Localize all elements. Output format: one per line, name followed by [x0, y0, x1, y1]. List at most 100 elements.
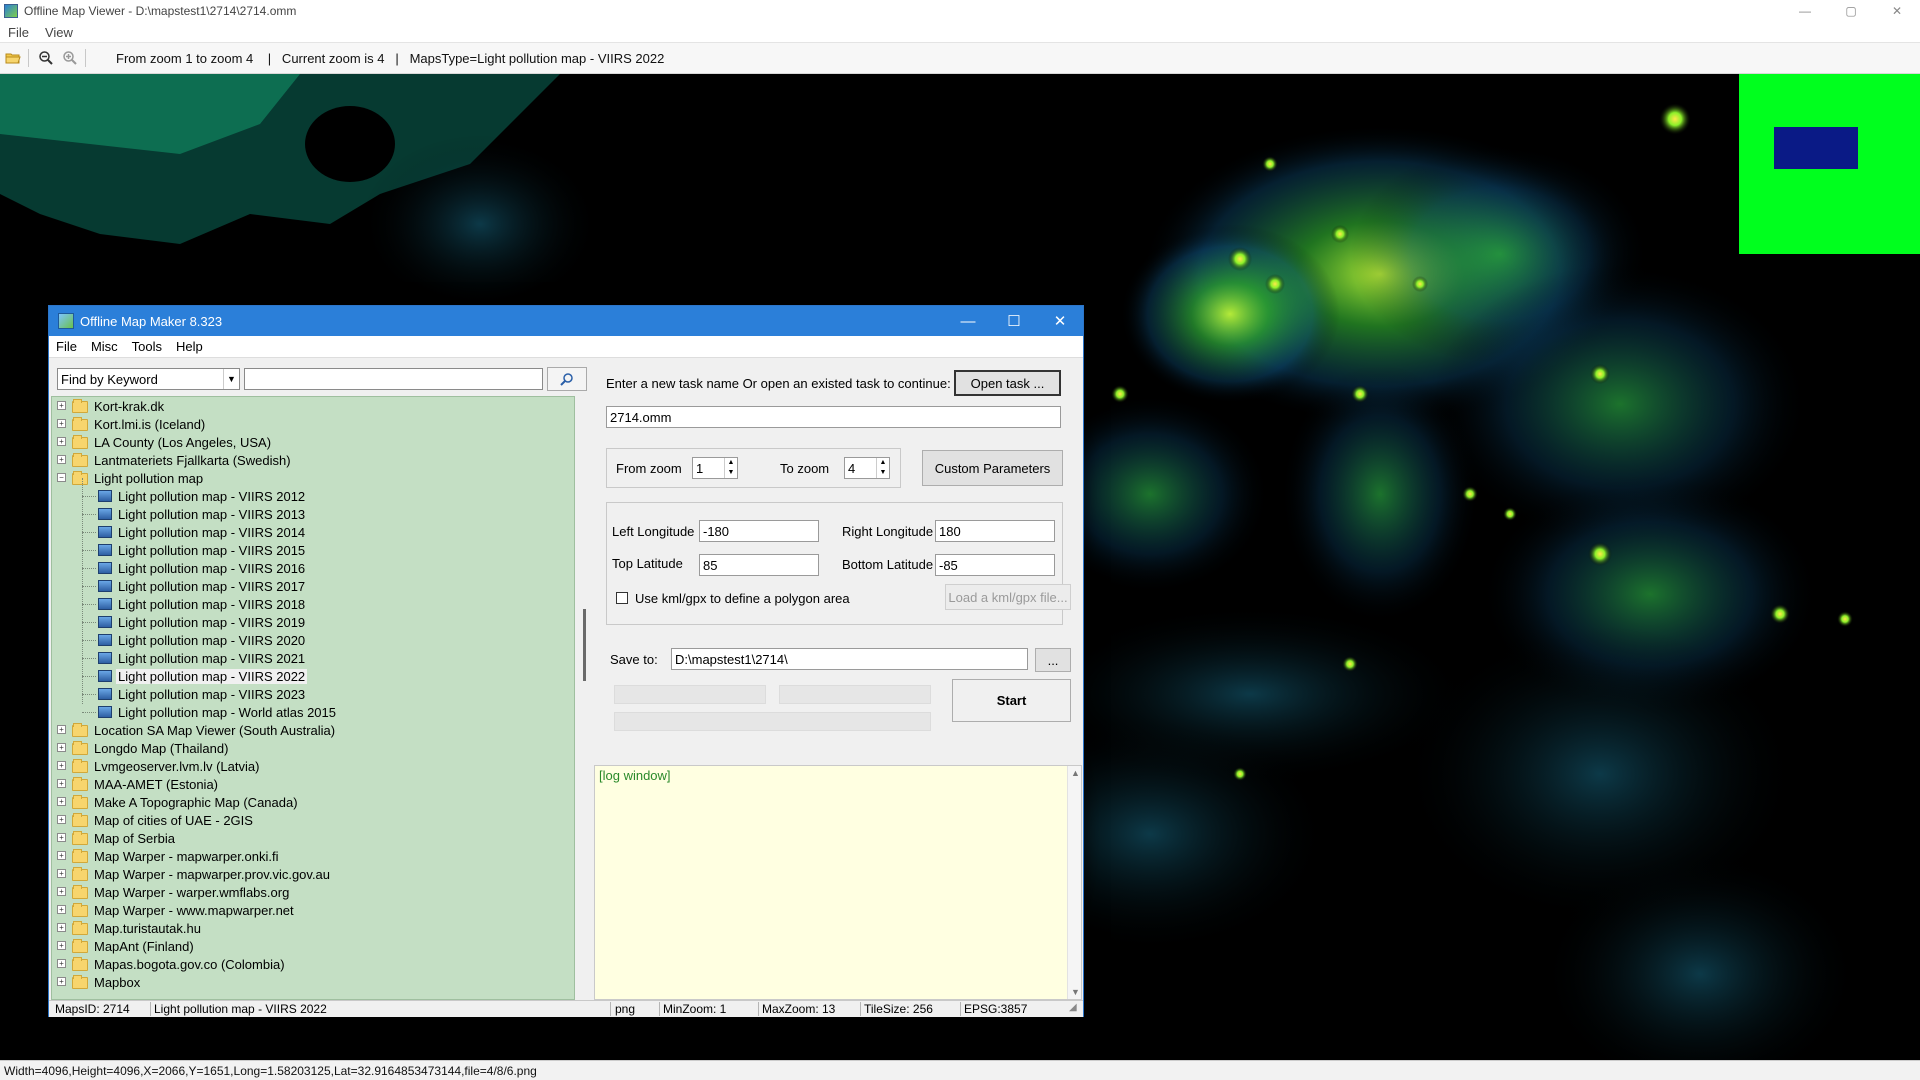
expand-icon[interactable]: +	[57, 923, 66, 932]
expand-icon[interactable]: +	[57, 887, 66, 896]
scroll-down-icon[interactable]: ▼	[1071, 987, 1080, 997]
expand-icon[interactable]: +	[57, 797, 66, 806]
tree-folder-item[interactable]: + Map.turistautak.hu	[52, 919, 574, 937]
tree-folder-item[interactable]: + Mapbox	[52, 973, 574, 991]
expand-icon[interactable]: +	[57, 869, 66, 878]
spinner-arrows-icon[interactable]: ▲ ▼	[876, 458, 889, 478]
expand-icon[interactable]: +	[57, 905, 66, 914]
close-button[interactable]: ✕	[1874, 0, 1920, 22]
tree-folder-item[interactable]: + Map Warper - warper.wmflabs.org	[52, 883, 574, 901]
expand-icon[interactable]: +	[57, 977, 66, 986]
open-task-button[interactable]: Open task ...	[954, 370, 1061, 396]
menu-file[interactable]: File	[0, 25, 37, 40]
tree-folder-item[interactable]: + Make A Topographic Map (Canada)	[52, 793, 574, 811]
dialog-menu-tools[interactable]: Tools	[125, 339, 169, 354]
kml-checkbox[interactable]	[616, 592, 628, 604]
resize-grip-icon[interactable]: ◢	[1069, 1002, 1077, 1013]
expand-icon[interactable]: +	[57, 401, 66, 410]
search-mode-select[interactable]: Find by Keyword ▼	[57, 368, 240, 390]
tree-map-item[interactable]: Light pollution map - VIIRS 2020	[52, 631, 574, 649]
expand-icon[interactable]: +	[57, 779, 66, 788]
tree-folder-item[interactable]: + Map Warper - www.mapwarper.net	[52, 901, 574, 919]
expand-icon[interactable]: +	[57, 851, 66, 860]
tree-folder-item[interactable]: + Lvmgeoserver.lvm.lv (Latvia)	[52, 757, 574, 775]
expand-icon[interactable]: +	[57, 743, 66, 752]
dialog-menu-file[interactable]: File	[49, 339, 84, 354]
dialog-menu-help[interactable]: Help	[169, 339, 210, 354]
tree-folder-item[interactable]: + Map Warper - mapwarper.prov.vic.gov.au	[52, 865, 574, 883]
tree-map-item[interactable]: Light pollution map - VIIRS 2019	[52, 613, 574, 631]
dialog-maximize-button[interactable]: ☐	[991, 306, 1037, 336]
status-separator	[150, 1002, 151, 1016]
load-kml-button[interactable]: Load a kml/gpx file...	[945, 584, 1071, 610]
status-min-zoom: MinZoom: 1	[663, 1002, 727, 1016]
start-button[interactable]: Start	[952, 679, 1071, 722]
expand-icon[interactable]: +	[57, 959, 66, 968]
menu-view[interactable]: View	[37, 25, 81, 40]
status-format: png	[615, 1002, 636, 1016]
zoom-out-icon[interactable]	[35, 47, 57, 69]
tree-folder-item[interactable]: + Longdo Map (Thailand)	[52, 739, 574, 757]
dialog-minimize-button[interactable]: —	[945, 306, 991, 336]
expand-icon[interactable]: +	[57, 761, 66, 770]
tree-folder-item[interactable]: + Mapas.bogota.gov.co (Colombia)	[52, 955, 574, 973]
bottom-latitude-input[interactable]: -85	[935, 554, 1055, 576]
to-zoom-spinner[interactable]: 4 ▲ ▼	[844, 457, 890, 479]
dialog-menu-misc[interactable]: Misc	[84, 339, 125, 354]
tree-map-item[interactable]: Light pollution map - VIIRS 2015	[52, 541, 574, 559]
tree-map-item[interactable]: Light pollution map - World atlas 2015	[52, 703, 574, 721]
tree-map-item[interactable]: Light pollution map - VIIRS 2018	[52, 595, 574, 613]
search-button[interactable]	[547, 367, 587, 391]
expand-icon[interactable]: +	[57, 941, 66, 950]
tree-scrollbar-thumb[interactable]	[583, 609, 586, 681]
minimap-viewport[interactable]	[1774, 127, 1858, 169]
expand-icon[interactable]: +	[57, 437, 66, 446]
map-source-tree[interactable]: + Kort-krak.dk + Kort.lmi.is (Iceland) + LA C…	[51, 396, 575, 1000]
tree-folder-item[interactable]: − Light pollution map	[52, 469, 574, 487]
tree-folder-item[interactable]: + Kort.lmi.is (Iceland)	[52, 415, 574, 433]
expand-icon[interactable]: +	[57, 455, 66, 464]
folder-open-icon[interactable]	[2, 47, 24, 69]
log-window[interactable]: [log window] ▲ ▼	[594, 765, 1082, 1000]
tree-folder-item[interactable]: + Map Warper - mapwarper.onki.fi	[52, 847, 574, 865]
tree-folder-item[interactable]: + Location SA Map Viewer (South Australia…	[52, 721, 574, 739]
minimize-button[interactable]: —	[1782, 0, 1828, 22]
tree-map-item[interactable]: Light pollution map - VIIRS 2012	[52, 487, 574, 505]
tree-folder-item[interactable]: + Lantmateriets Fjallkarta (Swedish)	[52, 451, 574, 469]
tree-folder-item[interactable]: + Map of Serbia	[52, 829, 574, 847]
expand-icon[interactable]: +	[57, 815, 66, 824]
restore-button[interactable]: ▢	[1828, 0, 1874, 22]
task-name-input[interactable]: 2714.omm	[606, 406, 1061, 428]
tree-map-item[interactable]: Light pollution map - VIIRS 2014	[52, 523, 574, 541]
expand-icon[interactable]: +	[57, 419, 66, 428]
save-path-input[interactable]: D:\mapstest1\2714\	[671, 648, 1028, 670]
progress-bar	[779, 685, 931, 704]
tree-map-item[interactable]: Light pollution map - VIIRS 2013	[52, 505, 574, 523]
custom-parameters-button[interactable]: Custom Parameters	[922, 450, 1063, 486]
search-input[interactable]	[244, 368, 543, 390]
tree-map-item[interactable]: Light pollution map - VIIRS 2016	[52, 559, 574, 577]
tree-map-item[interactable]: Light pollution map - VIIRS 2023	[52, 685, 574, 703]
tree-folder-item[interactable]: + Kort-krak.dk	[52, 397, 574, 415]
tree-map-item[interactable]: Light pollution map - VIIRS 2021	[52, 649, 574, 667]
browse-button[interactable]: ...	[1035, 648, 1071, 672]
zoom-in-icon[interactable]	[59, 47, 81, 69]
tree-folder-item[interactable]: + MapAnt (Finland)	[52, 937, 574, 955]
tree-folder-item[interactable]: + LA County (Los Angeles, USA)	[52, 433, 574, 451]
spinner-arrows-icon[interactable]: ▲ ▼	[724, 458, 737, 478]
right-longitude-input[interactable]: 180	[935, 520, 1055, 542]
from-zoom-spinner[interactable]: 1 ▲ ▼	[692, 457, 738, 479]
dialog-close-button[interactable]: ✕	[1037, 306, 1083, 336]
top-latitude-input[interactable]: 85	[699, 554, 819, 576]
scroll-up-icon[interactable]: ▲	[1071, 768, 1080, 778]
tree-folder-item[interactable]: + MAA-AMET (Estonia)	[52, 775, 574, 793]
left-longitude-input[interactable]: -180	[699, 520, 819, 542]
tree-item-label: Light pollution map - VIIRS 2022	[116, 668, 308, 684]
tree-folder-item[interactable]: + Map of cities of UAE - 2GIS	[52, 811, 574, 829]
expand-icon[interactable]: +	[57, 833, 66, 842]
tree-map-item[interactable]: Light pollution map - VIIRS 2022	[52, 667, 574, 685]
expand-icon[interactable]: +	[57, 725, 66, 734]
log-scrollbar[interactable]: ▲ ▼	[1067, 766, 1081, 999]
tree-map-item[interactable]: Light pollution map - VIIRS 2017	[52, 577, 574, 595]
collapse-icon[interactable]: −	[57, 473, 66, 482]
